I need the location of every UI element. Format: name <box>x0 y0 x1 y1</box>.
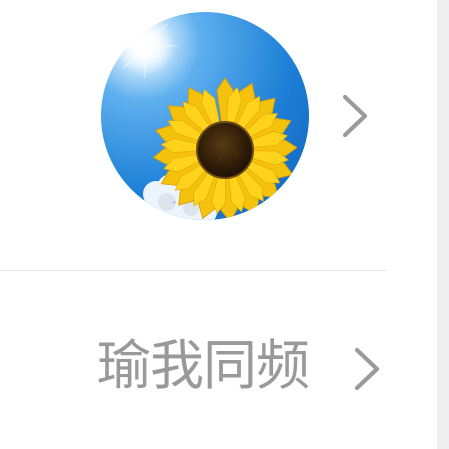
profile-settings-page: 瑜我同频 <box>0 0 449 449</box>
sunflower-avatar-image <box>101 12 309 220</box>
chevron-right-icon <box>340 93 370 143</box>
nickname-row[interactable]: 瑜我同频 <box>0 300 437 440</box>
avatar[interactable] <box>101 12 309 220</box>
avatar-row[interactable] <box>0 0 387 270</box>
nickname-text: 瑜我同频 <box>97 334 310 397</box>
chevron-right-icon <box>352 346 382 396</box>
side-strip <box>437 0 449 449</box>
row-divider <box>0 270 387 271</box>
